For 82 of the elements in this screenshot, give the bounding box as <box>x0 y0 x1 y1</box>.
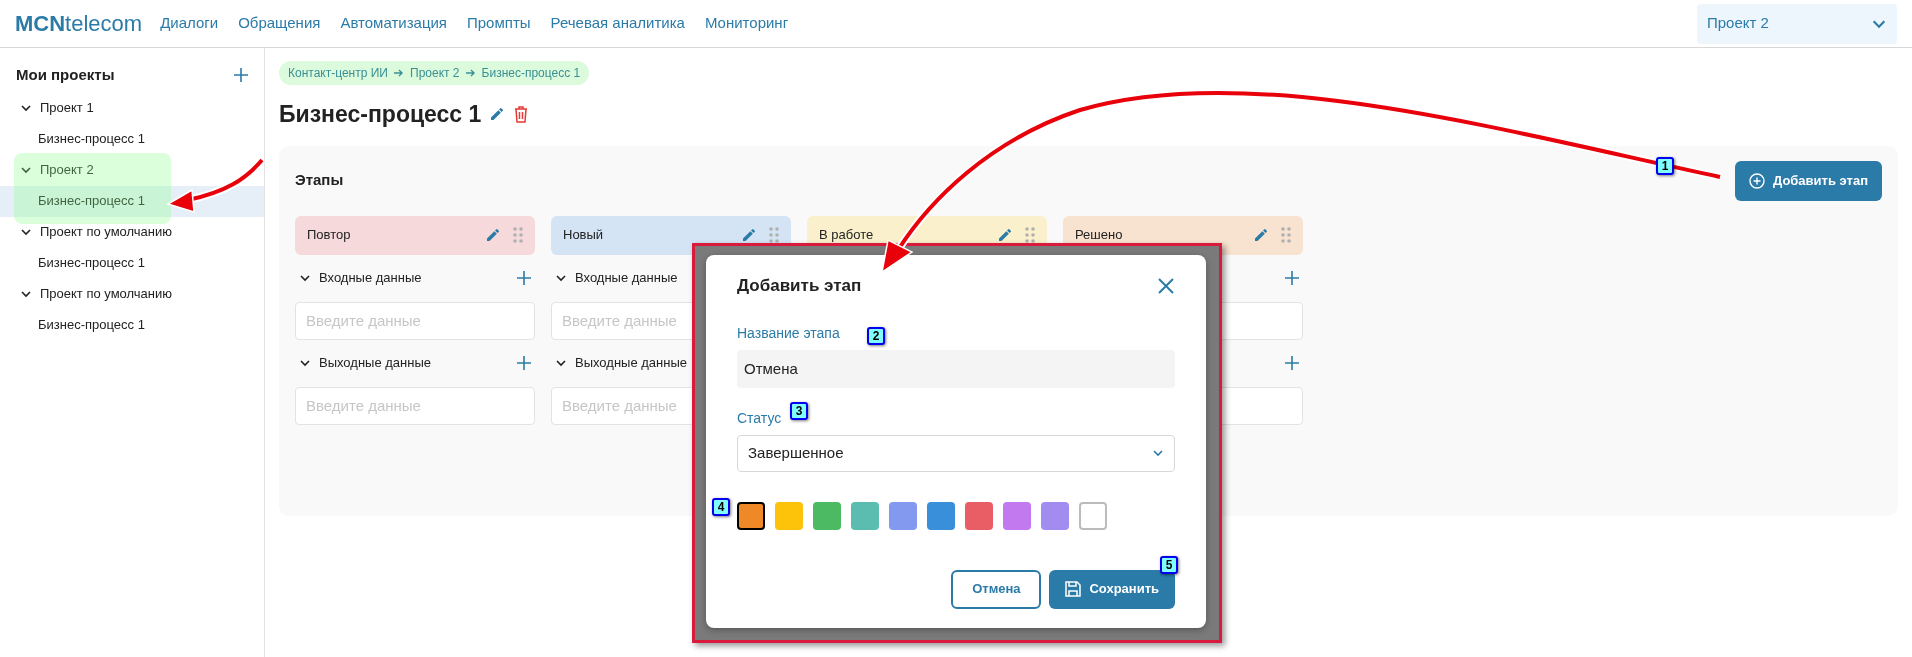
save-button[interactable]: Сохранить <box>1049 569 1175 609</box>
logo[interactable]: MCNtelecom <box>15 7 143 40</box>
field-label: Статус <box>737 408 782 428</box>
drag-handle-icon[interactable] <box>513 227 523 243</box>
drag-handle-icon[interactable] <box>1281 227 1291 243</box>
color-swatch[interactable] <box>813 501 841 530</box>
plus-icon[interactable] <box>517 356 531 370</box>
chevron-icon <box>299 357 311 369</box>
process-item[interactable]: Бизнес-процесс 1 <box>0 247 264 279</box>
step-badge: 3 <box>790 402 808 420</box>
step-badge: 2 <box>867 327 885 345</box>
nav-link[interactable]: Речевая аналитика <box>550 12 685 35</box>
chevron-icon <box>20 226 32 238</box>
arrow-right-icon <box>465 68 476 78</box>
pencil-icon[interactable] <box>741 227 757 243</box>
section-label: Выходные данные <box>319 354 431 373</box>
color-swatch[interactable] <box>1041 501 1069 530</box>
chevron-icon <box>20 164 32 176</box>
breadcrumb-link[interactable]: Проект 2 <box>410 64 460 82</box>
drag-handle-icon[interactable] <box>1025 227 1035 243</box>
chevron-icon <box>555 357 567 369</box>
process-item[interactable]: Бизнес-процесс 1 <box>0 123 264 155</box>
stage-name-field[interactable]: Отмена <box>737 349 1175 388</box>
step-badge: 1 <box>1656 157 1674 175</box>
color-swatch[interactable] <box>1079 501 1107 530</box>
project-select[interactable]: Проект 2 <box>1697 3 1897 44</box>
process-item[interactable]: Бизнес-процесс 1 <box>0 185 264 217</box>
plus-icon[interactable] <box>1285 356 1299 370</box>
project-item[interactable]: Проект 2 <box>0 154 264 186</box>
section-label: Выходные данные <box>575 354 687 373</box>
process-item[interactable]: Бизнес-процесс 1 <box>0 309 264 341</box>
plus-icon[interactable] <box>1285 271 1299 285</box>
stage-name: Новый <box>563 226 604 245</box>
status-select[interactable]: Завершенное <box>737 434 1175 472</box>
nav-link[interactable]: Мониторинг <box>704 12 789 35</box>
drag-handle-icon[interactable] <box>769 227 779 243</box>
breadcrumb-link[interactable]: Контакт-центр ИИ <box>288 64 388 82</box>
data-input[interactable]: Введите данные <box>295 301 535 340</box>
step-badge: 5 <box>1160 556 1178 574</box>
color-swatch[interactable] <box>965 501 993 530</box>
chevron-icon <box>1152 447 1164 459</box>
arrow-right-icon <box>394 68 404 78</box>
chevron-icon <box>20 288 32 300</box>
sidebar-title: Мои проекты <box>16 65 115 85</box>
pencil-icon[interactable] <box>1253 227 1269 243</box>
pencil-icon[interactable] <box>489 106 506 123</box>
color-swatch[interactable] <box>1003 501 1031 530</box>
stage-name: В работе <box>819 226 874 245</box>
chevron-icon <box>555 272 567 284</box>
project-item[interactable]: Проект по умолчанию <box>0 278 264 310</box>
plus-icon[interactable] <box>517 271 531 285</box>
project-item[interactable]: Проект по умолчанию <box>0 216 264 248</box>
section-label: Входные данные <box>575 269 678 288</box>
cancel-button[interactable]: Отмена <box>951 569 1042 609</box>
plus-circle-icon <box>1748 172 1765 189</box>
section-label: Входные данные <box>319 269 422 288</box>
nav-link[interactable]: Промпты <box>467 12 531 35</box>
dialog-title: Добавить этап <box>737 275 862 297</box>
plus-icon[interactable] <box>234 68 248 83</box>
step-badge: 4 <box>712 498 730 516</box>
color-swatch[interactable] <box>927 501 955 530</box>
color-swatch[interactable] <box>889 501 917 530</box>
project-item[interactable]: Проект 1 <box>0 92 264 124</box>
nav-link[interactable]: Диалоги <box>160 12 219 35</box>
chevron-icon <box>299 272 311 284</box>
section-heading: Этапы <box>295 170 344 191</box>
trash-icon[interactable] <box>513 105 530 124</box>
stage-name: Повтор <box>307 226 351 245</box>
close-icon[interactable] <box>1157 276 1175 295</box>
stage-name: Решено <box>1075 226 1123 245</box>
color-swatch[interactable] <box>737 501 765 530</box>
pencil-icon[interactable] <box>997 227 1013 243</box>
nav-link[interactable]: Автоматизация <box>340 12 447 35</box>
chevron-icon <box>20 102 32 114</box>
page-title: Бизнес-процесс 1 <box>279 100 482 129</box>
color-swatch[interactable] <box>851 501 879 530</box>
pencil-icon[interactable] <box>485 227 501 243</box>
data-input[interactable]: Введите данные <box>295 386 535 425</box>
nav-link[interactable]: Обращения <box>238 12 321 35</box>
color-swatch[interactable] <box>775 501 803 530</box>
add-stage-button[interactable]: Добавить этап <box>1734 160 1882 201</box>
breadcrumb-link[interactable]: Бизнес-процесс 1 <box>481 64 581 82</box>
